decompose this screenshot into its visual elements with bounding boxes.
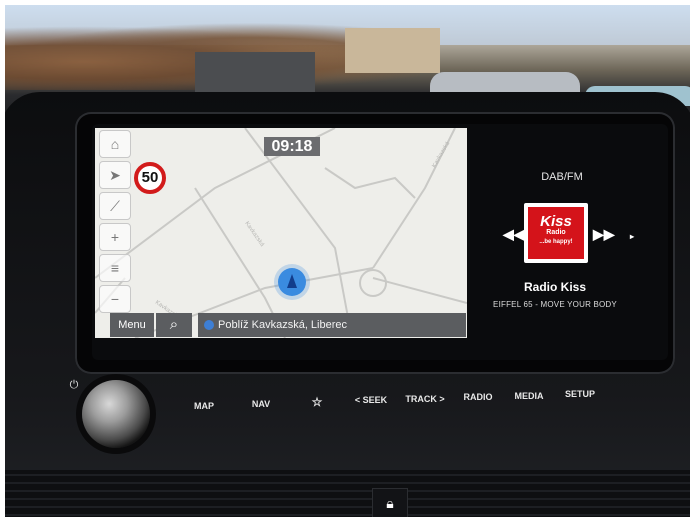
air-vent (0, 470, 695, 522)
radio-hard-button[interactable]: RADIO (460, 387, 496, 407)
street-label: Kavkazská (432, 140, 452, 169)
radio-logo-text: Kiss (540, 213, 572, 230)
media-hard-button[interactable]: MEDIA (511, 386, 547, 406)
fence-background (195, 52, 315, 92)
seek-hard-button[interactable]: < SEEK (348, 390, 394, 410)
next-station-icon[interactable]: ▶▶ (593, 226, 615, 243)
building-background (345, 28, 440, 73)
layers-icon[interactable]: ≡ (99, 254, 131, 282)
street-label: Kavkazská (243, 221, 265, 249)
search-button[interactable]: ⌕ (156, 313, 192, 337)
nav-hard-button[interactable]: NAV (243, 394, 279, 414)
speed-limit-sign: 50 (134, 162, 166, 194)
map-clock: 09:18 (264, 137, 320, 156)
address-label: Poblíž Kavkazská, Liberec (218, 319, 348, 331)
current-position-icon (278, 268, 306, 296)
track-hard-button[interactable]: TRACK > (404, 389, 446, 409)
zoom-out-icon[interactable]: − (99, 285, 131, 313)
map-bottom-bar: Menu ⌕ Poblíž Kavkazská, Liberec (110, 313, 466, 337)
no-route-icon[interactable]: ⟋ (99, 192, 131, 220)
compass-icon[interactable]: ➤ (99, 161, 131, 189)
power-icon[interactable]: ⏻ (67, 378, 81, 392)
menu-button[interactable]: Menu (110, 313, 154, 337)
map-toolbar: ⌂ ➤ ⟋ + ≡ − (99, 130, 133, 313)
lock-button[interactable]: 🔒︎ (372, 488, 408, 520)
address-bar[interactable]: Poblíž Kavkazská, Liberec (198, 313, 466, 337)
radio-logo-sub: Radio (546, 229, 566, 236)
location-dot-icon (204, 320, 214, 330)
search-icon: ⌕ (169, 316, 179, 333)
zoom-in-icon[interactable]: + (99, 223, 131, 251)
photo-scene: Kavkazská Kavkazská Kavkazská ⌂ ➤ ⟋ + ≡ … (0, 0, 695, 522)
previous-station-icon[interactable]: ◀◀ (503, 226, 525, 243)
more-icon[interactable]: ▸ (630, 232, 634, 241)
radio-logo-tag: ...be happy! (539, 239, 573, 245)
radio-logo: Kiss Radio ...be happy! (524, 203, 588, 263)
lock-icon: 🔒︎ (386, 495, 394, 511)
radio-logo-inner: Kiss Radio ...be happy! (528, 207, 584, 259)
favorite-hard-button[interactable]: ☆ (304, 392, 330, 412)
radio-source-label: DAB/FM (541, 171, 583, 183)
song-title: EIFFEL 65 - MOVE YOUR BODY (493, 300, 617, 309)
navigation-map[interactable]: Kavkazská Kavkazská Kavkazská (95, 128, 467, 338)
setup-hard-button[interactable]: SETUP (562, 384, 598, 404)
home-icon[interactable]: ⌂ (99, 130, 131, 158)
station-name: Radio Kiss (523, 280, 586, 294)
volume-knob[interactable] (82, 380, 150, 448)
map-hard-button[interactable]: MAP (186, 396, 222, 416)
